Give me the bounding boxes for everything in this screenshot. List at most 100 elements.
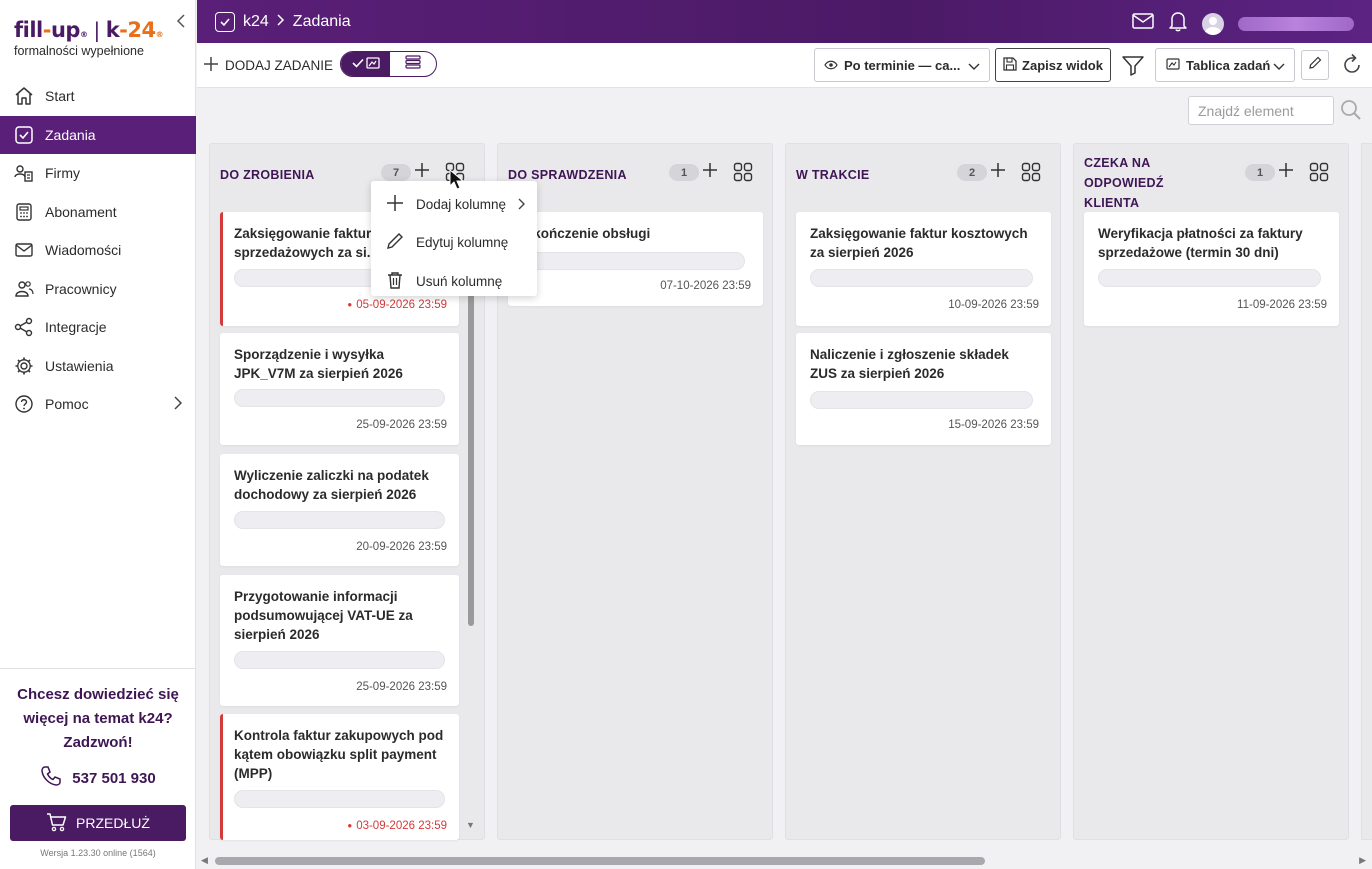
board-column-w-trakcie: W TRAKCIE 2 Zaksięgowanie faktur kosztow… xyxy=(785,143,1061,840)
task-card-title: Naliczenie i zgłoszenie składek ZUS za s… xyxy=(810,347,1009,381)
task-card-progress xyxy=(234,511,445,529)
board-horizontal-scrollbar[interactable]: ◀ ▶ xyxy=(197,853,1372,869)
sidebar-item-label: Wiadomości xyxy=(45,242,122,259)
task-card-title: Przygotowanie informacji podsumowującej … xyxy=(234,589,413,642)
toolbar: DODAJ ZADANIE Po terminie — ca... Zapisz… xyxy=(197,43,1372,88)
breadcrumb-root[interactable]: k24 xyxy=(243,13,269,31)
logo-reg-mark: ® xyxy=(79,30,88,39)
menu-item-delete-column[interactable]: Usuń kolumnę xyxy=(371,262,537,301)
sidebar-item-pracownicy[interactable]: Pracownicy xyxy=(0,270,196,309)
companies-icon xyxy=(14,163,34,183)
task-card[interactable]: Weryfikacja płatności za faktury sprzeda… xyxy=(1084,212,1339,326)
sidebar-item-label: Pomoc xyxy=(45,396,89,413)
sidebar-item-integracje[interactable]: Integracje xyxy=(0,308,196,347)
task-card-deadline: 11-09-2026 23:59 xyxy=(1237,299,1327,311)
column-scrollbar[interactable] xyxy=(468,294,474,626)
scroll-down-arrow-icon[interactable]: ▼ xyxy=(466,820,475,830)
collapse-sidebar-icon[interactable] xyxy=(176,14,186,31)
search-input[interactable] xyxy=(1188,96,1334,125)
sort-select[interactable]: Po terminie — ca... xyxy=(814,48,990,82)
sidebar: fill - up ® | k -24 ® formalności wypełnione … xyxy=(0,0,196,869)
chevron-down-icon xyxy=(968,59,980,74)
add-task-label: DODAJ ZADANIE xyxy=(225,57,334,73)
column-add-task-icon[interactable] xyxy=(1278,158,1294,184)
menu-item-edit-column[interactable]: Edytuj kolumnę xyxy=(371,224,537,263)
checkbox-icon xyxy=(14,125,34,145)
view-toggle xyxy=(340,51,437,77)
column-menu-icon[interactable] xyxy=(1021,162,1041,182)
column-add-task-icon[interactable] xyxy=(702,158,718,184)
task-card[interactable]: Naliczenie i zgłoszenie składek ZUS za s… xyxy=(796,333,1051,445)
scrollbar-thumb[interactable] xyxy=(215,857,985,865)
board-select-value: Tablica zadań xyxy=(1186,57,1271,73)
gear-icon xyxy=(14,356,34,376)
user-name-redacted[interactable] xyxy=(1238,16,1354,31)
phone-number: 537 501 930 xyxy=(72,769,156,787)
mail-icon[interactable] xyxy=(1132,12,1154,35)
chevron-right-icon xyxy=(174,396,183,413)
task-card[interactable]: ...kończenie obsługi 07-10-2026 23:59 xyxy=(508,212,763,306)
sidebar-item-abonament[interactable]: Abonament xyxy=(0,193,196,232)
top-bar: k24 Zadania xyxy=(197,0,1372,43)
sidebar-item-label: Firmy xyxy=(45,165,80,182)
logo[interactable]: fill - up ® | k -24 ® formalności wypełnione xyxy=(14,18,164,68)
sidebar-item-ustawienia[interactable]: Ustawienia xyxy=(0,347,196,386)
trash-icon xyxy=(386,271,404,292)
sidebar-item-firmy[interactable]: Firmy xyxy=(0,154,196,193)
phone-icon xyxy=(40,765,62,791)
promo-phone[interactable]: 537 501 930 xyxy=(0,765,196,791)
sidebar-item-start[interactable]: Start xyxy=(0,77,196,116)
sidebar-item-label: Ustawienia xyxy=(45,357,114,374)
board-select[interactable]: Tablica zadań xyxy=(1155,48,1295,82)
task-card-deadline: 25-09-2026 23:59 xyxy=(356,681,447,693)
column-count-badge: 1 xyxy=(1245,164,1275,181)
check-icon xyxy=(351,58,364,71)
board-view-button[interactable] xyxy=(341,52,390,76)
eye-icon xyxy=(824,58,838,73)
bell-icon[interactable] xyxy=(1168,10,1188,37)
checkbox-icon xyxy=(215,11,235,32)
edit-board-button[interactable] xyxy=(1301,50,1329,80)
task-card[interactable]: Kontrola faktur zakupowych pod kątem obo… xyxy=(220,714,459,840)
sidebar-nav: Start Zadania Firmy Abonament Wiadomości xyxy=(0,77,196,424)
task-card[interactable]: Wyliczenie zaliczki na podatek dochodowy… xyxy=(220,454,459,566)
column-count-badge: 2 xyxy=(957,164,987,181)
task-card[interactable]: Przygotowanie informacji podsumowującej … xyxy=(220,575,459,706)
column-menu-icon[interactable] xyxy=(1309,162,1329,182)
save-view-button[interactable]: Zapisz widok xyxy=(995,48,1111,82)
scroll-left-arrow-icon[interactable]: ◀ xyxy=(201,855,208,866)
sidebar-item-zadania[interactable]: Zadania xyxy=(0,115,196,154)
menu-item-label: Edytuj kolumnę xyxy=(416,235,509,251)
filter-icon[interactable] xyxy=(1121,53,1145,77)
mouse-cursor-icon xyxy=(449,168,465,196)
column-title: W TRAKCIE xyxy=(796,168,870,182)
plus-icon xyxy=(386,194,404,215)
list-icon xyxy=(405,54,421,74)
search-icon[interactable] xyxy=(1340,99,1362,121)
task-card[interactable]: Sporządzenie i wysyłka JPK_V7M za sierpi… xyxy=(220,333,459,445)
board-icon xyxy=(365,56,380,72)
column-count-badge: 7 xyxy=(381,164,411,181)
sidebar-item-pomoc[interactable]: Pomoc xyxy=(0,385,196,424)
list-view-button[interactable] xyxy=(390,52,436,76)
pencil-icon xyxy=(1308,56,1322,75)
logo-text-up: up xyxy=(50,18,80,42)
sidebar-item-label: Pracownicy xyxy=(45,280,117,297)
plus-icon xyxy=(203,56,219,74)
add-task-button[interactable]: DODAJ ZADANIE xyxy=(203,56,333,74)
renew-button[interactable]: PRZEDŁUŻ xyxy=(10,805,186,841)
sidebar-item-wiadomosci[interactable]: Wiadomości xyxy=(0,231,196,270)
task-card-deadline: 25-09-2026 23:59 xyxy=(356,419,447,431)
task-card-progress xyxy=(1098,269,1321,287)
scroll-right-arrow-icon[interactable]: ▶ xyxy=(1359,855,1366,866)
task-card-title: Weryfikacja płatności za faktury sprzeda… xyxy=(1098,226,1303,260)
task-card[interactable]: Zaksięgowanie faktur kosztowych za sierp… xyxy=(796,212,1051,326)
avatar[interactable] xyxy=(1202,12,1224,35)
refresh-icon[interactable] xyxy=(1340,53,1364,77)
task-card-deadline: 05-09-2026 23:59 xyxy=(347,299,447,311)
task-card-progress xyxy=(234,651,445,669)
column-menu-icon[interactable] xyxy=(733,162,753,182)
top-right-actions xyxy=(1132,10,1354,37)
logo-text-24: -24 xyxy=(119,18,156,42)
column-add-task-icon[interactable] xyxy=(990,158,1006,184)
